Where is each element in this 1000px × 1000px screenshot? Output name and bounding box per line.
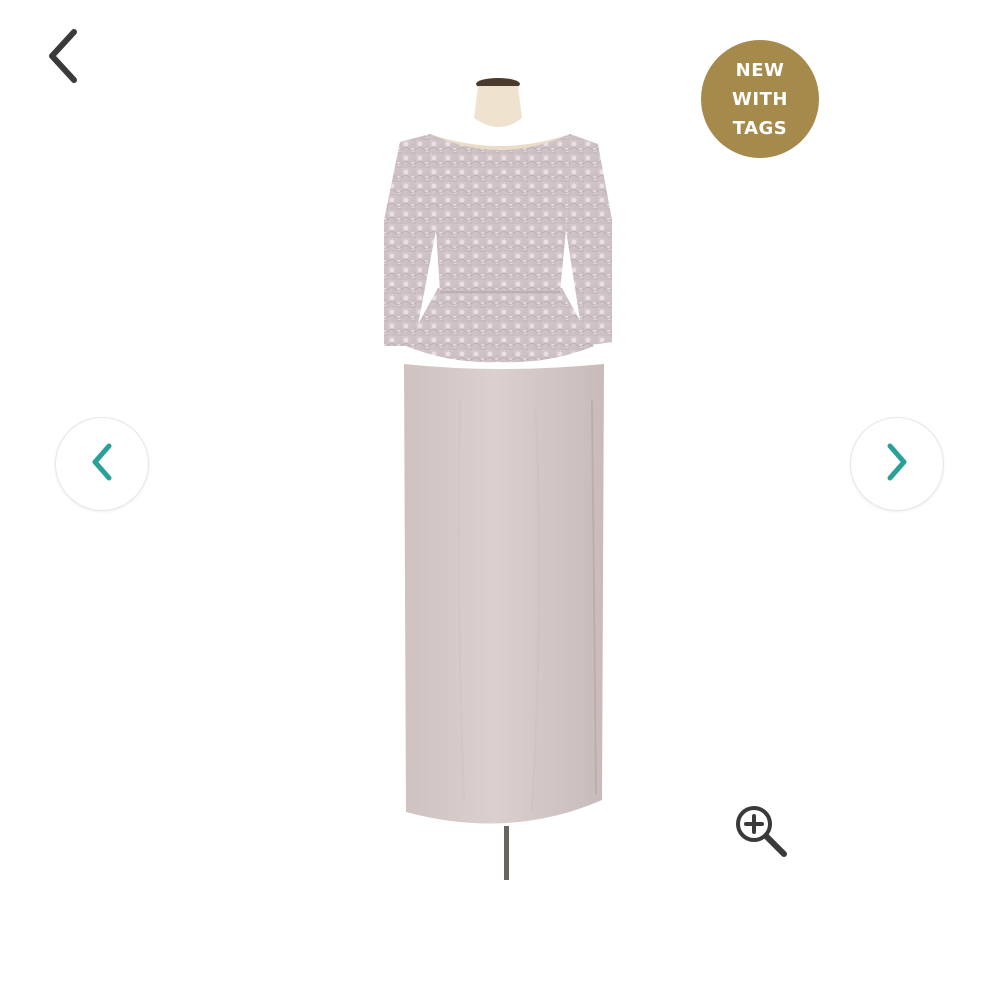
back-button[interactable] — [30, 22, 94, 94]
chevron-left-icon — [42, 24, 82, 93]
next-image-button[interactable] — [850, 417, 944, 511]
mannequin-neck — [474, 86, 522, 127]
zoom-in-icon — [732, 802, 790, 865]
previous-image-button[interactable] — [55, 417, 149, 511]
chevron-right-icon — [880, 440, 914, 489]
product-photo — [360, 70, 650, 880]
peplum — [406, 288, 594, 363]
product-image-viewer: NEW WITH TAGS — [0, 0, 1000, 1000]
new-with-tags-badge: NEW WITH TAGS — [701, 40, 819, 158]
skirt — [404, 364, 604, 824]
badge-line-3: TAGS — [732, 117, 788, 139]
badge-line-2: WITH — [732, 88, 788, 110]
mannequin-stand — [504, 826, 509, 880]
badge-line-1: NEW — [735, 59, 785, 81]
chevron-left-icon — [85, 440, 119, 489]
lace-bodice — [430, 134, 570, 292]
zoom-button[interactable] — [730, 802, 792, 864]
